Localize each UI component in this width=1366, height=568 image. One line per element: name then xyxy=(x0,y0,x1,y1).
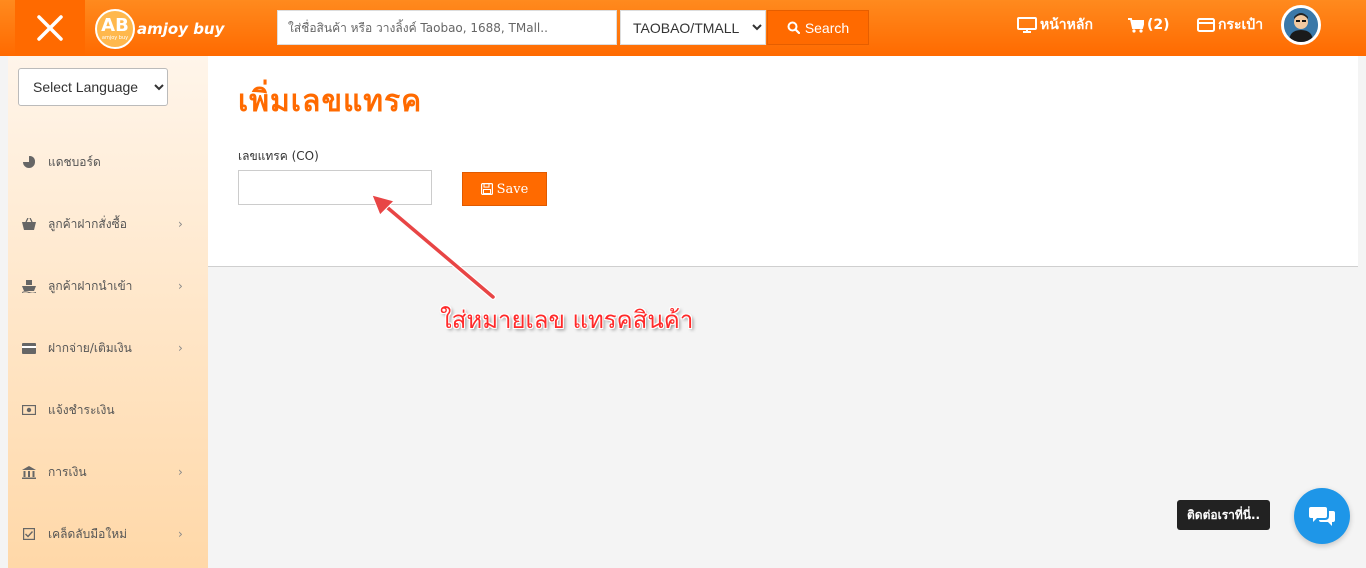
annotation-text: ใส่หมายเลข แทรคสินค้า xyxy=(440,306,694,334)
user-avatar[interactable] xyxy=(1281,5,1321,45)
page-title: เพิ่มเลขแทรค xyxy=(238,84,423,119)
chevron-right-icon: › xyxy=(178,217,183,231)
monitor-icon xyxy=(1017,17,1037,33)
chevron-right-icon: › xyxy=(178,465,183,479)
sidebar-item-import[interactable]: ลูกค้าฝากนำเข้า › xyxy=(8,271,208,301)
platform-select[interactable]: TAOBAO/TMALL xyxy=(620,10,766,45)
top-header: AB amjoy buy amjoy buy TAOBAO/TMALL Sear… xyxy=(0,0,1366,56)
chevron-right-icon: › xyxy=(178,279,183,293)
contact-us-label[interactable]: ติดต่อเราที่นี่.. xyxy=(1177,500,1271,530)
chat-button[interactable] xyxy=(1294,488,1350,544)
sidebar-item-beginner-tips[interactable]: เคล็ดลับมือใหม่ › xyxy=(8,519,208,549)
sidebar-item-purchase-orders[interactable]: ลูกค้าฝากสั่งซื้อ › xyxy=(8,209,208,239)
sidebar-item-label: ลูกค้าฝากสั่งซื้อ xyxy=(48,216,127,231)
money-icon xyxy=(22,403,36,417)
cart-icon xyxy=(1128,17,1144,33)
brand-logo[interactable]: AB amjoy buy amjoy buy xyxy=(95,9,224,49)
language-select[interactable]: Select Language xyxy=(18,68,168,106)
user-avatar-icon xyxy=(1284,8,1318,42)
tracking-number-label: เลขแทรค (CO) xyxy=(238,149,319,163)
cart-count: (2) xyxy=(1147,17,1170,33)
sidebar-item-label: ลูกค้าฝากนำเข้า xyxy=(48,278,133,293)
sidebar-item-payment-topup[interactable]: ฝากจ่าย/เติมเงิน › xyxy=(8,333,208,363)
bank-icon xyxy=(22,465,36,479)
annotation-arrow-icon xyxy=(371,194,496,300)
logo-small-text: amjoy buy xyxy=(101,35,129,41)
close-menu-button[interactable] xyxy=(15,0,85,56)
checkbox-icon xyxy=(22,527,36,541)
sidebar: Select Language แดชบอร์ด ลูกค้าฝากสั่งซื… xyxy=(8,56,208,568)
logo-text: amjoy buy xyxy=(137,20,225,38)
chat-bubbles-icon xyxy=(1309,507,1335,526)
search-icon xyxy=(787,21,800,34)
ship-icon xyxy=(22,279,36,293)
sidebar-item-label: ฝากจ่าย/เติมเงิน xyxy=(48,340,132,355)
sidebar-item-dashboard[interactable]: แดชบอร์ด xyxy=(8,147,208,177)
sidebar-item-payment-notice[interactable]: แจ้งชำระเงิน xyxy=(8,395,208,425)
search-button[interactable]: Search xyxy=(767,10,869,45)
cart-link[interactable]: (2) xyxy=(1128,15,1170,35)
search-button-label: Search xyxy=(804,19,850,36)
chevron-right-icon: › xyxy=(178,341,183,355)
sidebar-item-label: แจ้งชำระเงิน xyxy=(48,402,115,417)
wallet-link-label: กระเป๋า xyxy=(1218,17,1264,33)
chevron-right-icon: › xyxy=(178,527,183,541)
wallet-card-icon xyxy=(1197,18,1215,32)
home-link-label: หน้าหลัก xyxy=(1040,17,1093,33)
wallet-link[interactable]: กระเป๋า xyxy=(1197,15,1263,35)
sidebar-item-label: แดชบอร์ด xyxy=(48,154,101,169)
pie-chart-icon xyxy=(22,155,36,169)
logo-badge: AB amjoy buy xyxy=(95,9,135,49)
sidebar-item-label: การเงิน xyxy=(48,464,87,479)
logo-letters: AB xyxy=(101,15,129,36)
sidebar-item-finance[interactable]: การเงิน › xyxy=(8,457,208,487)
product-search-input[interactable] xyxy=(277,10,617,45)
close-icon xyxy=(37,15,63,41)
home-link[interactable]: หน้าหลัก xyxy=(1017,15,1093,35)
credit-card-icon xyxy=(22,341,36,355)
sidebar-item-label: เคล็ดลับมือใหม่ xyxy=(48,526,128,541)
basket-icon xyxy=(22,217,36,231)
